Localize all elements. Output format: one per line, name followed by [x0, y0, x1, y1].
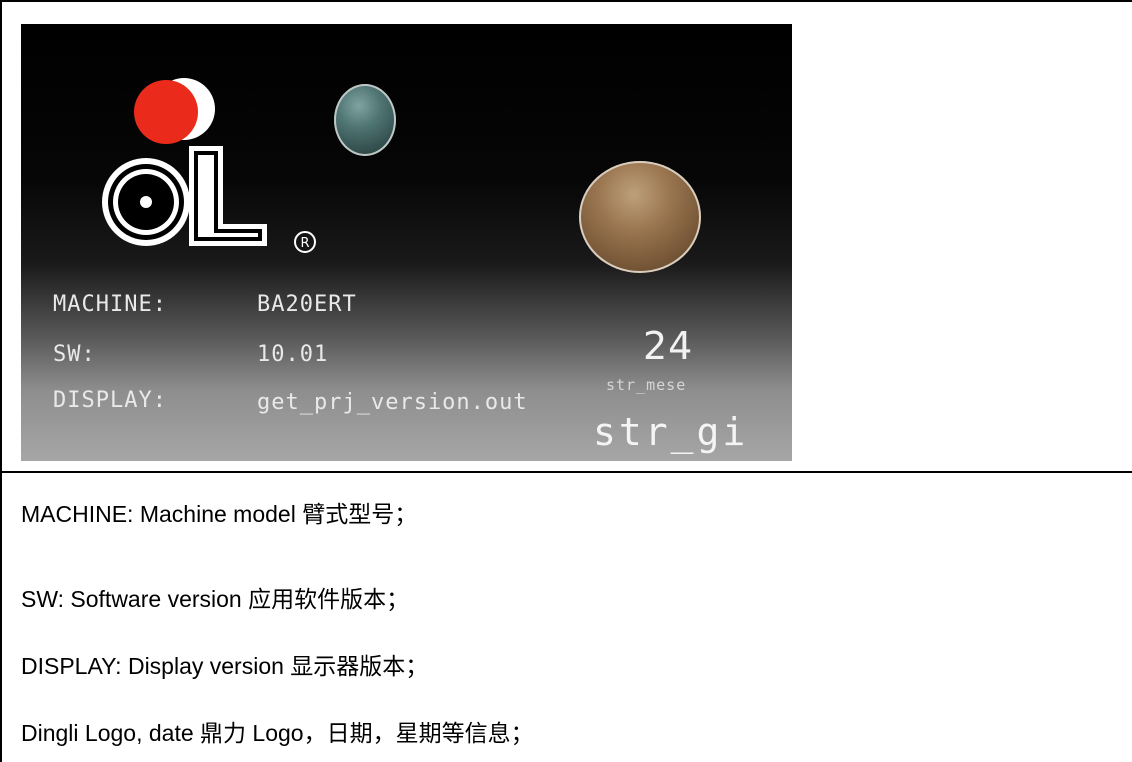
description-sw: SW: Software version 应用软件版本；	[21, 586, 410, 612]
registered-mark: R	[300, 236, 309, 251]
display-label: DISPLAY:	[53, 388, 167, 413]
status-ball-teal	[334, 84, 396, 156]
day-number: 24	[643, 324, 694, 368]
table-border-left	[0, 0, 2, 762]
display-screen-image: R MACHINE: BA20ERT SW: 10.01 DISPLAY: ge…	[21, 24, 792, 461]
month-label: str_mese	[606, 376, 687, 394]
dingli-logo: R	[102, 78, 316, 253]
description-display: DISPLAY: Display version 显示器版本；	[21, 653, 429, 679]
weekday-label: str_gi	[593, 410, 749, 454]
sw-value: 10.01	[257, 342, 329, 367]
document-table: R MACHINE: BA20ERT SW: 10.01 DISPLAY: ge…	[0, 0, 1132, 762]
table-border-top	[0, 0, 1132, 2]
display-value: get_prj_version.out	[257, 390, 528, 415]
machine-value: BA20ERT	[257, 292, 357, 317]
description-machine: MACHINE: Machine model 臂式型号；	[21, 501, 418, 527]
table-border-divider	[0, 471, 1132, 473]
description-logo-date: Dingli Logo, date 鼎力 Logo，日期，星期等信息；	[21, 720, 534, 746]
status-ball-bronze	[579, 161, 701, 273]
sw-label: SW:	[53, 342, 96, 367]
machine-label: MACHINE:	[53, 292, 167, 317]
